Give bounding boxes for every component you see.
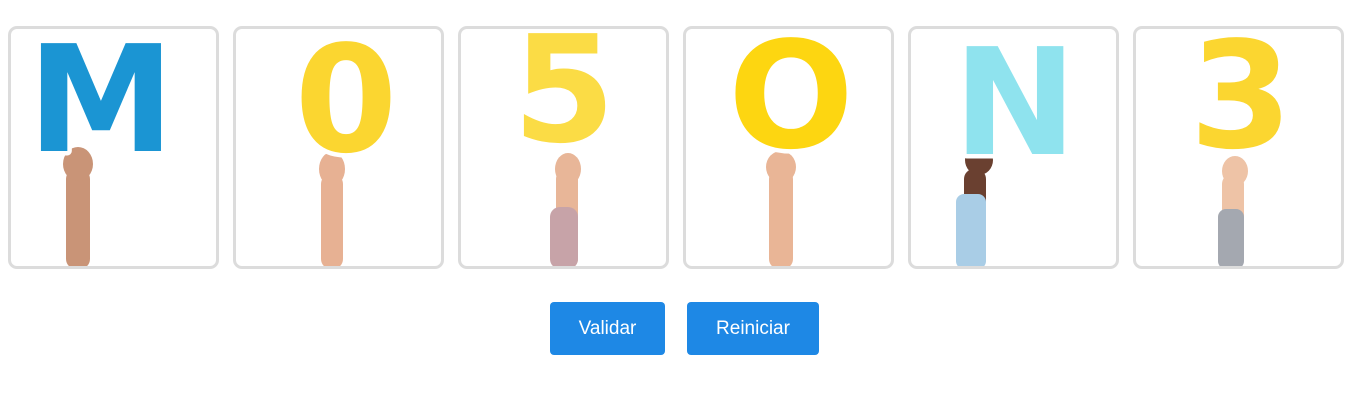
card-letter: N (953, 29, 1077, 189)
letter-card-image: N (949, 29, 1081, 266)
letter-card-3[interactable]: 5 (458, 26, 669, 269)
card-letter: 0 (295, 29, 398, 186)
card-letter: 5 (513, 29, 616, 176)
letter-card-1[interactable]: M (8, 26, 219, 269)
card-letter: O (728, 29, 854, 182)
letter-card-image: O (724, 29, 858, 266)
sleeve-shape (1218, 209, 1244, 266)
arm-shape (321, 174, 343, 266)
letter-card-2[interactable]: 0 (233, 26, 444, 269)
sleeve-shape (956, 194, 986, 266)
letter-card-5[interactable]: N (908, 26, 1119, 269)
action-buttons: Validar Reiniciar (550, 302, 819, 355)
card-letter: M (27, 29, 174, 186)
letter-card-6[interactable]: 3 (1133, 26, 1344, 269)
letter-card-4[interactable]: O (683, 26, 894, 269)
letter-card-image: 3 (1185, 29, 1297, 266)
letter-card-image: 0 (290, 29, 402, 266)
arm-shape (769, 169, 793, 266)
letter-cards-row: M 0 5 O N 3 (8, 26, 1344, 269)
letter-card-image: M (23, 29, 179, 266)
reset-button[interactable]: Reiniciar (687, 302, 819, 355)
card-letter: 3 (1190, 29, 1293, 182)
sleeve-shape (550, 207, 578, 266)
validate-button[interactable]: Validar (550, 302, 665, 355)
letter-card-image: 5 (508, 29, 620, 266)
